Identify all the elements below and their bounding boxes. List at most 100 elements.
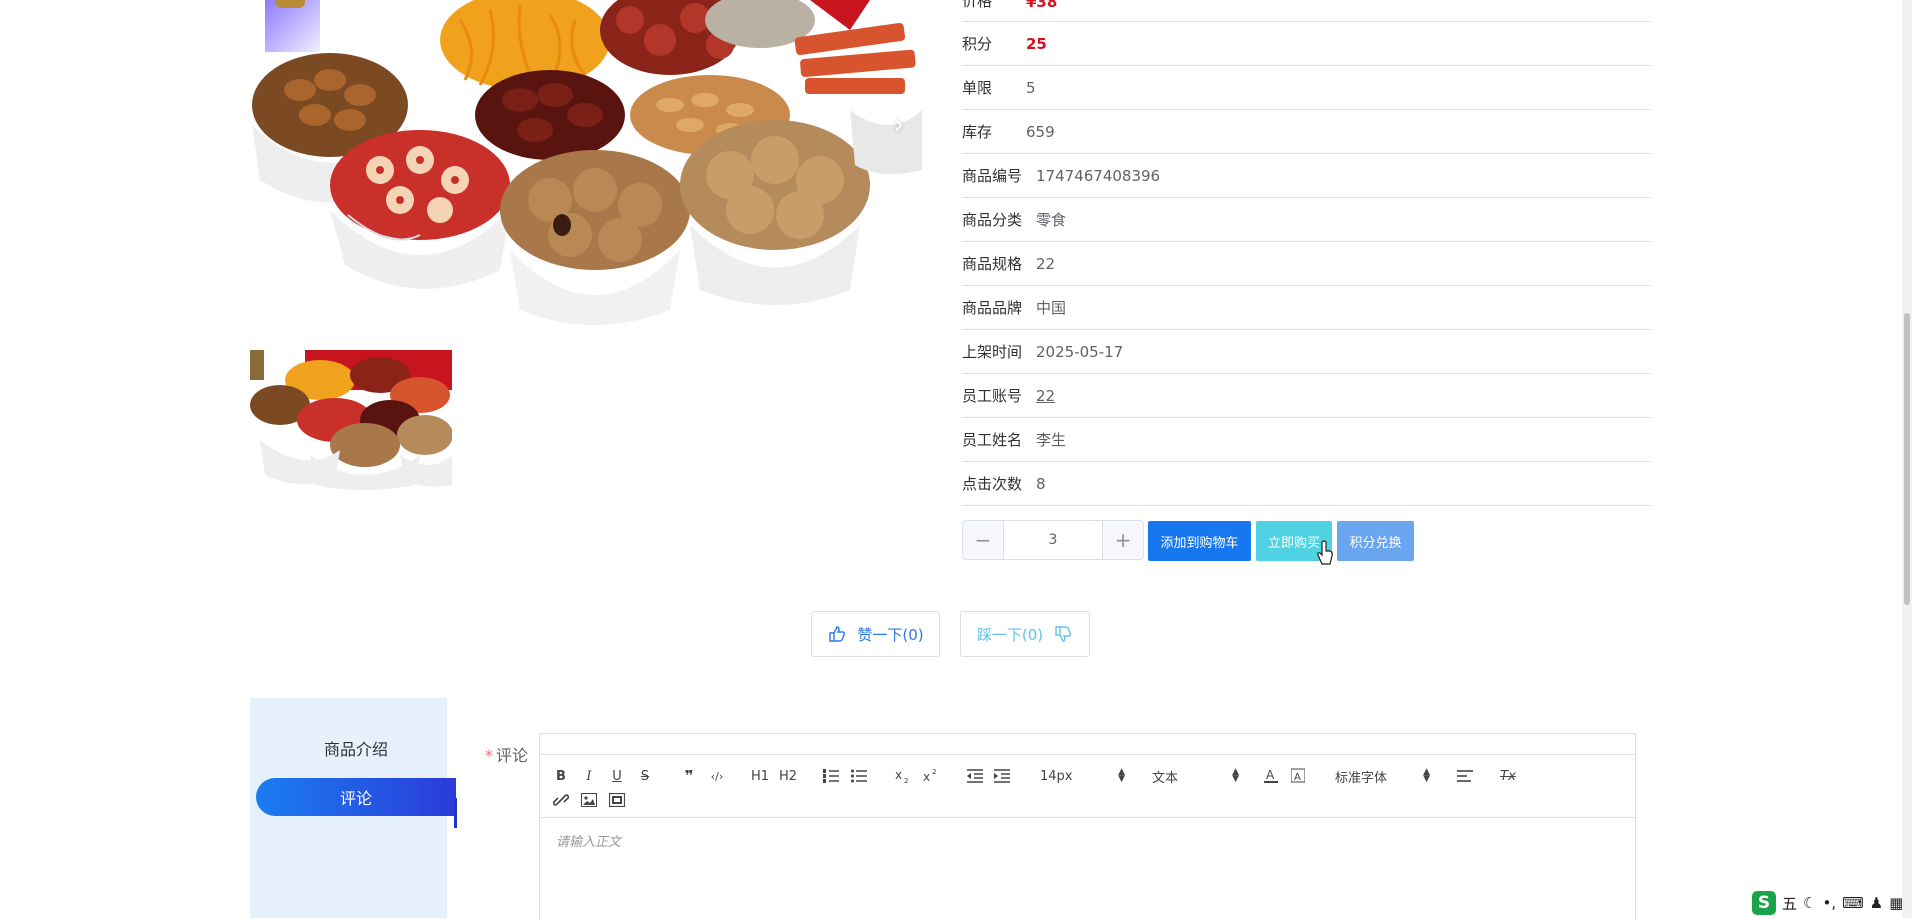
select-arrows-icon: ▲ ▼ — [1118, 767, 1125, 784]
comment-rich-editor: B I U S ❞ ‹/› H1 H2 x2 x2 14px ▲ ▼ 文本 ▲ … — [539, 733, 1636, 919]
code-block-button[interactable]: ‹/› — [706, 766, 728, 786]
info-row-staff-account: 员工账号 22 — [962, 374, 1651, 418]
svg-text:x: x — [923, 770, 930, 784]
bullet-list-icon[interactable] — [850, 766, 868, 786]
font-color-icon[interactable]: A — [1262, 766, 1280, 786]
font-size-select[interactable]: 14px ▲ ▼ — [1040, 766, 1125, 786]
points-label: 积分 — [962, 35, 993, 53]
stock-value: 659 — [1026, 122, 1055, 141]
thumbs-up-icon — [829, 626, 846, 642]
link-icon[interactable] — [552, 790, 570, 810]
block-type-value: 文本 — [1152, 770, 1179, 786]
promo-corner-badge — [265, 0, 320, 52]
category-value: 零食 — [1036, 211, 1067, 229]
limit-label: 单限 — [962, 79, 993, 97]
info-row-staff-name: 员工姓名 李生 — [962, 418, 1651, 462]
bold-button[interactable]: B — [552, 766, 570, 786]
dislike-button[interactable]: 踩一下(0) — [960, 611, 1090, 657]
quantity-stepper: − + — [962, 520, 1144, 560]
subscript-icon[interactable]: x2 — [894, 766, 914, 786]
svg-text:A: A — [1266, 768, 1275, 782]
superscript-icon[interactable]: x2 — [922, 766, 942, 786]
thumbnail-photo — [250, 350, 452, 490]
brand-label: 商品品牌 — [962, 299, 1023, 317]
ordered-list-icon[interactable] — [822, 766, 840, 786]
svg-text:x: x — [895, 768, 902, 782]
staff-account-label: 员工账号 — [962, 387, 1023, 405]
font-family-value: 标准字体 — [1335, 770, 1388, 786]
info-row-clicks: 点击次数 8 — [962, 462, 1651, 506]
add-to-cart-button[interactable]: 添加到购物车 — [1148, 521, 1251, 561]
editor-content-area[interactable]: 请输入正文 — [556, 831, 621, 850]
product-thumbnail[interactable] — [250, 350, 452, 490]
product-id-value: 1747467408396 — [1036, 166, 1161, 185]
quantity-input[interactable] — [1004, 521, 1102, 559]
strike-button[interactable]: S — [636, 766, 654, 786]
like-button[interactable]: 赞一下(0) — [811, 611, 940, 657]
moon-icon[interactable]: ☾ — [1803, 894, 1816, 912]
tab-comment[interactable]: 评论 — [256, 778, 457, 828]
ime-mode-label[interactable]: 五 — [1782, 893, 1797, 914]
spec-label: 商品规格 — [962, 255, 1023, 273]
points-value: 25 — [1026, 34, 1047, 53]
heading2-button[interactable]: H2 — [777, 766, 799, 786]
clean-format-button[interactable]: Tx — [1498, 766, 1518, 786]
svg-text:2: 2 — [932, 768, 936, 776]
punctuation-icon[interactable]: •, — [1822, 894, 1836, 912]
clicks-label: 点击次数 — [962, 475, 1023, 493]
listed-date-label: 上架时间 — [962, 343, 1023, 361]
italic-button[interactable]: I — [580, 766, 598, 786]
heading1-button[interactable]: H1 — [749, 766, 771, 786]
decrease-button[interactable]: − — [963, 521, 1004, 559]
staff-name-value: 李生 — [1036, 431, 1067, 449]
carousel-next-arrow[interactable]: › — [888, 112, 910, 138]
product-id-label: 商品编号 — [962, 167, 1023, 185]
category-label: 商品分类 — [962, 211, 1023, 229]
svg-text:2: 2 — [904, 777, 908, 784]
points-exchange-button[interactable]: 积分兑换 — [1337, 521, 1414, 561]
underline-button[interactable]: U — [608, 766, 626, 786]
blockquote-button[interactable]: ❞ — [680, 766, 698, 786]
image-icon[interactable] — [580, 790, 598, 810]
staff-account-value[interactable]: 22 — [1036, 387, 1055, 405]
editor-toolbar: B I U S ❞ ‹/› H1 H2 x2 x2 14px ▲ ▼ 文本 ▲ … — [540, 755, 1635, 818]
listed-date-value: 2025-05-17 — [1036, 342, 1124, 361]
limit-value: 5 — [1026, 78, 1036, 97]
scrollbar-thumb[interactable] — [1904, 313, 1910, 605]
product-main-image: › — [250, 0, 922, 326]
clicks-value: 8 — [1036, 474, 1046, 493]
brand-value: 中国 — [1036, 299, 1067, 317]
keyboard-icon[interactable]: ⌨ — [1842, 894, 1864, 912]
user-icon[interactable]: ♟ — [1870, 894, 1883, 912]
page-scrollbar[interactable] — [1902, 0, 1912, 918]
spec-value: 22 — [1036, 254, 1056, 273]
price-value: ¥38 — [1026, 0, 1058, 11]
info-row-limit: 单限 5 — [962, 66, 1651, 110]
detail-tabs: 商品介绍 评论 — [250, 698, 457, 918]
increase-button[interactable]: + — [1102, 521, 1143, 559]
like-label: 赞一下(0) — [857, 625, 924, 644]
thumbs-down-icon — [1055, 626, 1072, 642]
info-row-brand: 商品品牌 中国 — [962, 286, 1651, 330]
outdent-icon[interactable] — [966, 766, 984, 786]
editor-placeholder: 请输入正文 — [556, 835, 622, 850]
info-row-price: 价格 ¥38 — [962, 0, 1651, 22]
ime-logo-icon[interactable]: S — [1752, 891, 1776, 915]
snack-bowls-photo — [250, 0, 922, 326]
info-row-points: 积分 25 — [962, 22, 1651, 66]
comment-field-label: * 评论 — [485, 742, 528, 766]
tab-product-intro[interactable]: 商品介绍 — [256, 729, 456, 767]
align-icon[interactable] — [1456, 766, 1474, 786]
video-icon[interactable] — [608, 790, 626, 810]
product-info-table: 价格 ¥38 积分 25 单限 5 库存 659 商品编号 1747467408… — [962, 0, 1651, 506]
background-color-icon[interactable]: A — [1289, 766, 1307, 786]
comment-label-text: 评论 — [496, 746, 529, 765]
info-row-listed-date: 上架时间 2025-05-17 — [962, 330, 1651, 374]
font-family-select[interactable]: 标准字体 ▲ ▼ — [1335, 766, 1430, 786]
dislike-label: 踩一下(0) — [976, 625, 1044, 644]
info-row-category: 商品分类 零食 — [962, 198, 1651, 242]
indent-icon[interactable] — [993, 766, 1011, 786]
block-type-select[interactable]: 文本 ▲ ▼ — [1152, 766, 1239, 786]
system-tray: S 五 ☾ •, ⌨ ♟ ▦ — [1752, 888, 1912, 918]
info-row-stock: 库存 659 — [962, 110, 1651, 154]
